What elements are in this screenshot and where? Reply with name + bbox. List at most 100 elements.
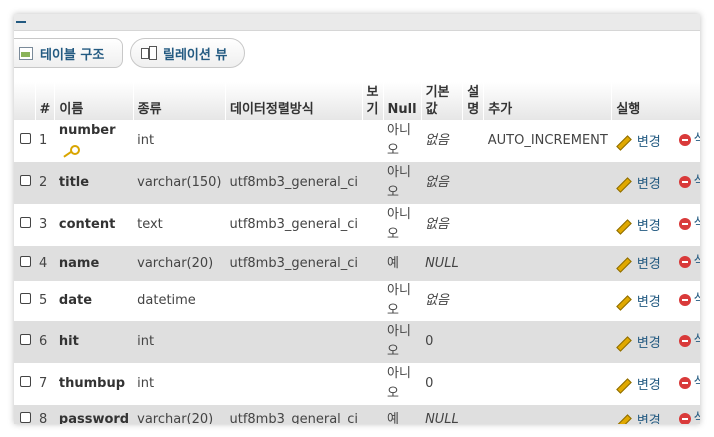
row-number: 7 [35, 363, 55, 405]
column-extra [483, 162, 612, 204]
column-null: 아니오 [383, 281, 422, 321]
column-name: hit [58, 334, 79, 349]
table-structure-icon [18, 46, 34, 60]
row-checkbox[interactable] [20, 133, 31, 144]
change-button[interactable]: 변경 [616, 255, 661, 275]
drop-button[interactable]: 삭제 [678, 290, 700, 310]
column-attributes [362, 120, 384, 162]
col-collation-header[interactable]: 데이터정렬방식 [225, 82, 363, 120]
column-comments [462, 162, 484, 204]
change-button[interactable]: 변경 [616, 175, 661, 195]
column-type: datetime [133, 281, 226, 321]
drop-button[interactable]: 삭제 [678, 331, 700, 351]
column-comments [462, 363, 484, 405]
column-type: text [133, 204, 226, 246]
change-button[interactable]: 변경 [616, 376, 661, 396]
row-number: 8 [35, 405, 55, 424]
pencil-icon [616, 176, 632, 193]
change-label: 변경 [636, 134, 661, 150]
column-collation: utf8mb3_general_ci [225, 162, 363, 204]
change-button[interactable]: 변경 [616, 412, 661, 424]
structure-panel: 테이블 구조 릴레이션 뷰 # 이름 종류 데이터정렬방식 보기 Null 기본… [14, 14, 700, 424]
change-button[interactable]: 변경 [616, 133, 661, 153]
column-extra [483, 204, 612, 246]
column-extra [483, 321, 612, 363]
column-default: 없음 [421, 162, 463, 204]
row-checkbox[interactable] [20, 255, 31, 267]
column-extra: AUTO_INCREMENT [483, 120, 612, 162]
drop-label: 삭제 [693, 410, 700, 425]
tab-table-structure[interactable]: 테이블 구조 [14, 38, 123, 68]
drop-button[interactable]: 삭제 [678, 172, 700, 192]
drop-button[interactable]: 삭제 [678, 214, 700, 234]
delete-icon [678, 175, 691, 188]
column-type: varchar(150) [133, 162, 226, 204]
column-attributes [362, 363, 384, 405]
col-name-header[interactable]: 이름 [54, 82, 134, 120]
column-comments [462, 204, 484, 246]
column-type: varchar(20) [133, 246, 226, 281]
drop-button[interactable]: 삭제 [678, 130, 700, 150]
column-name: thumbup [58, 376, 126, 391]
pencil-icon [616, 377, 632, 394]
row-number: 4 [35, 246, 55, 281]
change-button[interactable]: 변경 [616, 293, 661, 313]
col-attributes-header: 보기 [362, 82, 384, 120]
change-label: 변경 [636, 257, 661, 272]
column-type: varchar(20) [133, 405, 226, 424]
drop-label: 삭제 [693, 173, 700, 189]
col-num-header: # [35, 82, 56, 120]
column-name: password [58, 412, 130, 424]
row-checkbox[interactable] [20, 217, 31, 228]
drop-label: 삭제 [693, 374, 700, 390]
drop-label: 삭제 [693, 215, 700, 231]
pencil-icon [616, 294, 632, 311]
column-null: 아니오 [383, 363, 422, 405]
delete-icon [678, 256, 691, 268]
primary-key-icon [63, 144, 80, 157]
change-button[interactable]: 변경 [616, 217, 661, 237]
column-name: title [58, 175, 90, 190]
drop-button[interactable]: 삭제 [678, 252, 700, 272]
column-collation [225, 120, 363, 162]
row-checkbox[interactable] [20, 293, 31, 304]
column-name: name [58, 255, 100, 271]
column-collation: utf8mb3_general_ci [225, 204, 363, 246]
column-default: 없음 [421, 281, 463, 321]
column-extra [483, 246, 612, 281]
row-checkbox[interactable] [20, 412, 31, 423]
column-null: 아니오 [383, 204, 422, 246]
drop-button[interactable]: 삭제 [678, 409, 700, 425]
table-row: 8 password varchar(20) utf8mb3_general_ci 예 N… [14, 405, 700, 424]
col-type-header[interactable]: 종류 [133, 82, 227, 120]
column-attributes [362, 204, 384, 246]
column-comments [462, 120, 484, 162]
row-checkbox[interactable] [20, 175, 31, 186]
column-comments [462, 281, 484, 321]
table-row: 3content textutf8mb3_general_ci 아니오없음 변경 삭제 [14, 204, 700, 246]
table-row: 1number int 아니오없음 AUTO_INCREMENT 변경 삭제 [14, 120, 700, 162]
row-checkbox[interactable] [20, 376, 31, 387]
change-label: 변경 [636, 377, 661, 393]
col-action-header: 실행 [611, 82, 700, 120]
tab-relation-view[interactable]: 릴레이션 뷰 [130, 38, 245, 68]
row-checkbox[interactable] [20, 334, 31, 345]
pencil-icon [616, 218, 632, 235]
collapse-icon[interactable] [14, 14, 28, 30]
drop-label: 삭제 [693, 332, 700, 348]
change-button[interactable]: 변경 [616, 334, 661, 354]
table-row: 2 title varchar(150) utf8mb3_general_ci 아니오 없… [14, 162, 700, 204]
table-header-row: # 이름 종류 데이터정렬방식 보기 Null 기본값 설명 추가 실행 [14, 82, 700, 120]
column-extra [483, 405, 612, 424]
col-checkbox-header [14, 82, 36, 120]
col-extra-header: 추가 [483, 82, 613, 120]
change-label: 변경 [636, 335, 661, 351]
structure-table: # 이름 종류 데이터정렬방식 보기 Null 기본값 설명 추가 실행 1 nu… [14, 82, 700, 424]
row-number: 1 [35, 120, 55, 162]
pencil-icon [616, 335, 632, 352]
delete-icon [678, 376, 691, 389]
col-comments-header: 설명 [462, 82, 485, 120]
column-null: 예 [383, 405, 422, 424]
drop-button[interactable]: 삭제 [678, 373, 700, 393]
pencil-icon [616, 257, 632, 273]
